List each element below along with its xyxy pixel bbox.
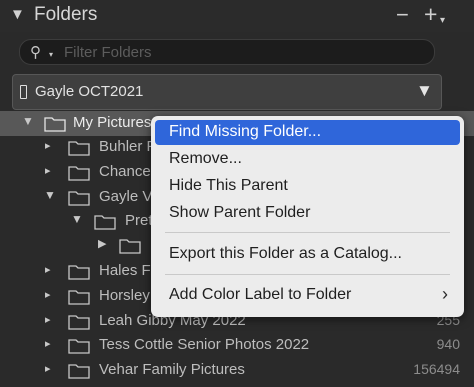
panel-title: Folders <box>34 4 98 25</box>
menu-item-label: Find Missing Folder... <box>169 123 322 140</box>
expand-triangle-icon[interactable]: ▼ <box>22 114 34 128</box>
menu-separator <box>165 274 450 275</box>
folder-row[interactable]: ▸ Tess Cottle Senior Photos 2022 940 <box>0 333 474 358</box>
folder-icon <box>68 265 90 280</box>
collapsed-triangle-icon[interactable]: ▸ <box>45 139 51 152</box>
folder-context-menu: Find Missing Folder... Remove... Hide Th… <box>151 116 464 317</box>
folder-name: My Pictures <box>73 114 152 131</box>
collapsed-triangle-icon[interactable]: ▸ <box>45 288 51 301</box>
volume-bar[interactable]: Gayle OCT2021 ▼ <box>12 74 442 110</box>
folder-icon <box>68 290 90 305</box>
folder-icon <box>68 339 90 354</box>
menu-item-find-missing-folder[interactable]: Find Missing Folder... <box>155 120 460 145</box>
menu-item-label: Export this Folder as a Catalog... <box>169 245 402 262</box>
folder-name: Pret <box>125 212 153 229</box>
folder-icon <box>68 364 90 379</box>
collapsed-triangle-icon[interactable]: ▸ <box>45 313 51 326</box>
collapse-triangle-icon[interactable]: ▼ <box>10 6 25 23</box>
menu-item-label: Remove... <box>169 150 242 167</box>
menu-item-add-color-label[interactable]: Add Color Label to Folder › <box>155 283 460 308</box>
drive-icon <box>20 85 27 99</box>
menu-separator <box>165 232 450 233</box>
photo-count: 940 <box>436 336 460 352</box>
filter-folders-input[interactable] <box>64 42 424 62</box>
search-options-caret-icon[interactable]: ▾ <box>49 50 53 59</box>
menu-item-hide-this-parent[interactable]: Hide This Parent <box>155 174 460 199</box>
folder-icon <box>44 117 66 132</box>
filter-search-box[interactable]: ⚲ ▾ <box>19 39 435 65</box>
menu-item-show-parent-folder[interactable]: Show Parent Folder <box>155 201 460 226</box>
add-menu-caret-icon[interactable]: ▾ <box>440 15 445 26</box>
folder-name: Tess Cottle Senior Photos 2022 <box>99 336 310 353</box>
menu-item-remove[interactable]: Remove... <box>155 147 460 172</box>
collapsed-triangle-icon[interactable]: ▸ <box>45 164 51 177</box>
menu-item-label: Hide This Parent <box>169 177 288 194</box>
folder-icon <box>94 215 116 230</box>
expand-triangle-icon[interactable]: ▼ <box>44 188 56 202</box>
folder-icon <box>119 239 141 254</box>
add-folder-button[interactable]: + <box>424 1 437 28</box>
collapsed-triangle-icon[interactable]: ▸ <box>45 362 51 375</box>
folder-icon <box>68 166 90 181</box>
submenu-chevron-icon: › <box>442 284 448 304</box>
remove-folder-button[interactable]: − <box>396 2 409 28</box>
folder-icon <box>68 191 90 206</box>
volume-expand-triangle-icon[interactable]: ▼ <box>416 81 433 101</box>
volume-name: Gayle OCT2021 <box>35 83 144 100</box>
folder-row[interactable]: ▸ Vehar Family Pictures 156494 <box>0 358 474 383</box>
photo-count: 156494 <box>413 361 460 377</box>
folder-icon <box>68 315 90 330</box>
folder-name: Vehar Family Pictures <box>99 361 245 378</box>
menu-item-label: Add Color Label to Folder <box>169 286 352 303</box>
collapsed-triangle-icon[interactable]: ▶ <box>98 237 106 250</box>
menu-item-label: Show Parent Folder <box>169 204 311 221</box>
expand-triangle-icon[interactable]: ▼ <box>71 212 83 226</box>
collapsed-triangle-icon[interactable]: ▸ <box>45 263 51 276</box>
folders-panel-header[interactable]: ▼ Folders − + ▾ <box>0 0 474 32</box>
folder-icon <box>68 141 90 156</box>
search-icon[interactable]: ⚲ <box>30 43 41 61</box>
collapsed-triangle-icon[interactable]: ▸ <box>45 337 51 350</box>
menu-item-export-as-catalog[interactable]: Export this Folder as a Catalog... <box>155 242 460 267</box>
